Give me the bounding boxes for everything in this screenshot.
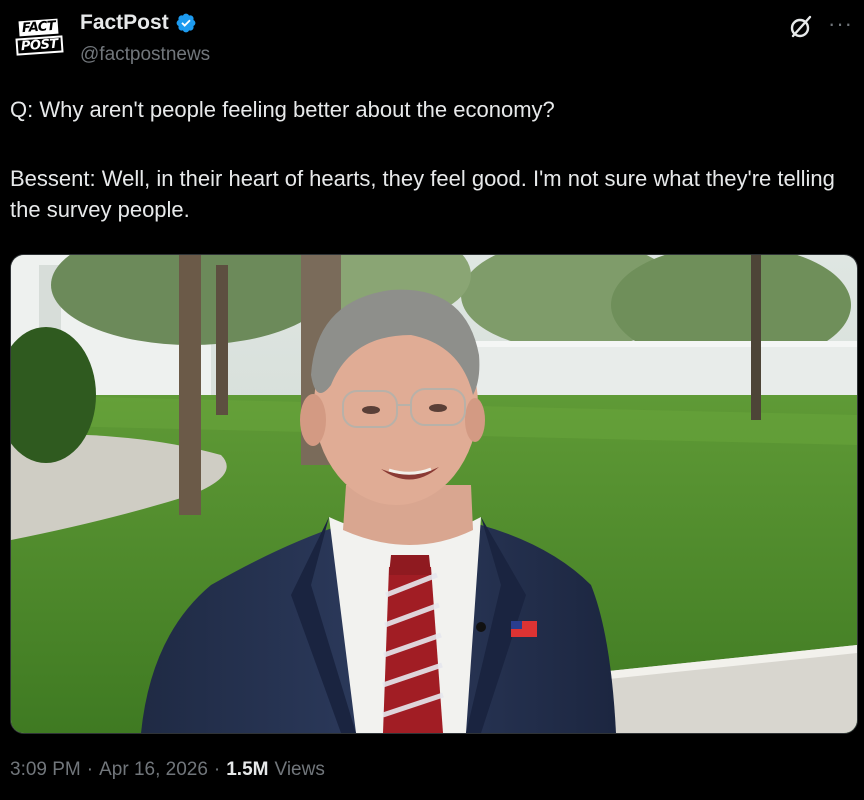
meta-separator: · bbox=[86, 759, 94, 780]
post-header: FACT POST FactPost @factpostnews ··· bbox=[0, 0, 864, 80]
author-name[interactable]: FactPost bbox=[80, 11, 169, 35]
avatar-text-post: POST bbox=[15, 35, 63, 56]
views-count: 1.5M bbox=[226, 759, 269, 780]
avatar[interactable]: FACT POST bbox=[14, 12, 64, 62]
video-frame-image bbox=[11, 255, 857, 733]
post-time[interactable]: 3:09 PM bbox=[10, 759, 81, 781]
grok-icon[interactable] bbox=[788, 14, 814, 40]
post-text-question: Q: Why aren't people feeling better abou… bbox=[10, 97, 555, 122]
author-handle[interactable]: @factpostnews bbox=[80, 44, 210, 66]
post-text-answer: Bessent: Well, in their heart of hearts,… bbox=[10, 166, 835, 222]
avatar-text-fact: FACT bbox=[18, 18, 60, 37]
verified-badge-icon bbox=[176, 13, 196, 33]
more-options-icon[interactable]: ··· bbox=[828, 13, 856, 35]
post-text: Q: Why aren't people feeling better abou… bbox=[10, 94, 850, 225]
post-date[interactable]: Apr 16, 2026 bbox=[99, 759, 208, 781]
meta-separator: · bbox=[213, 759, 221, 780]
author-name-row: FactPost bbox=[80, 11, 197, 35]
post-metadata: 3:09 PM · Apr 16, 2026 · 1.5M Views bbox=[10, 759, 325, 781]
views-label: Views bbox=[274, 759, 325, 780]
post-video[interactable] bbox=[10, 254, 858, 734]
